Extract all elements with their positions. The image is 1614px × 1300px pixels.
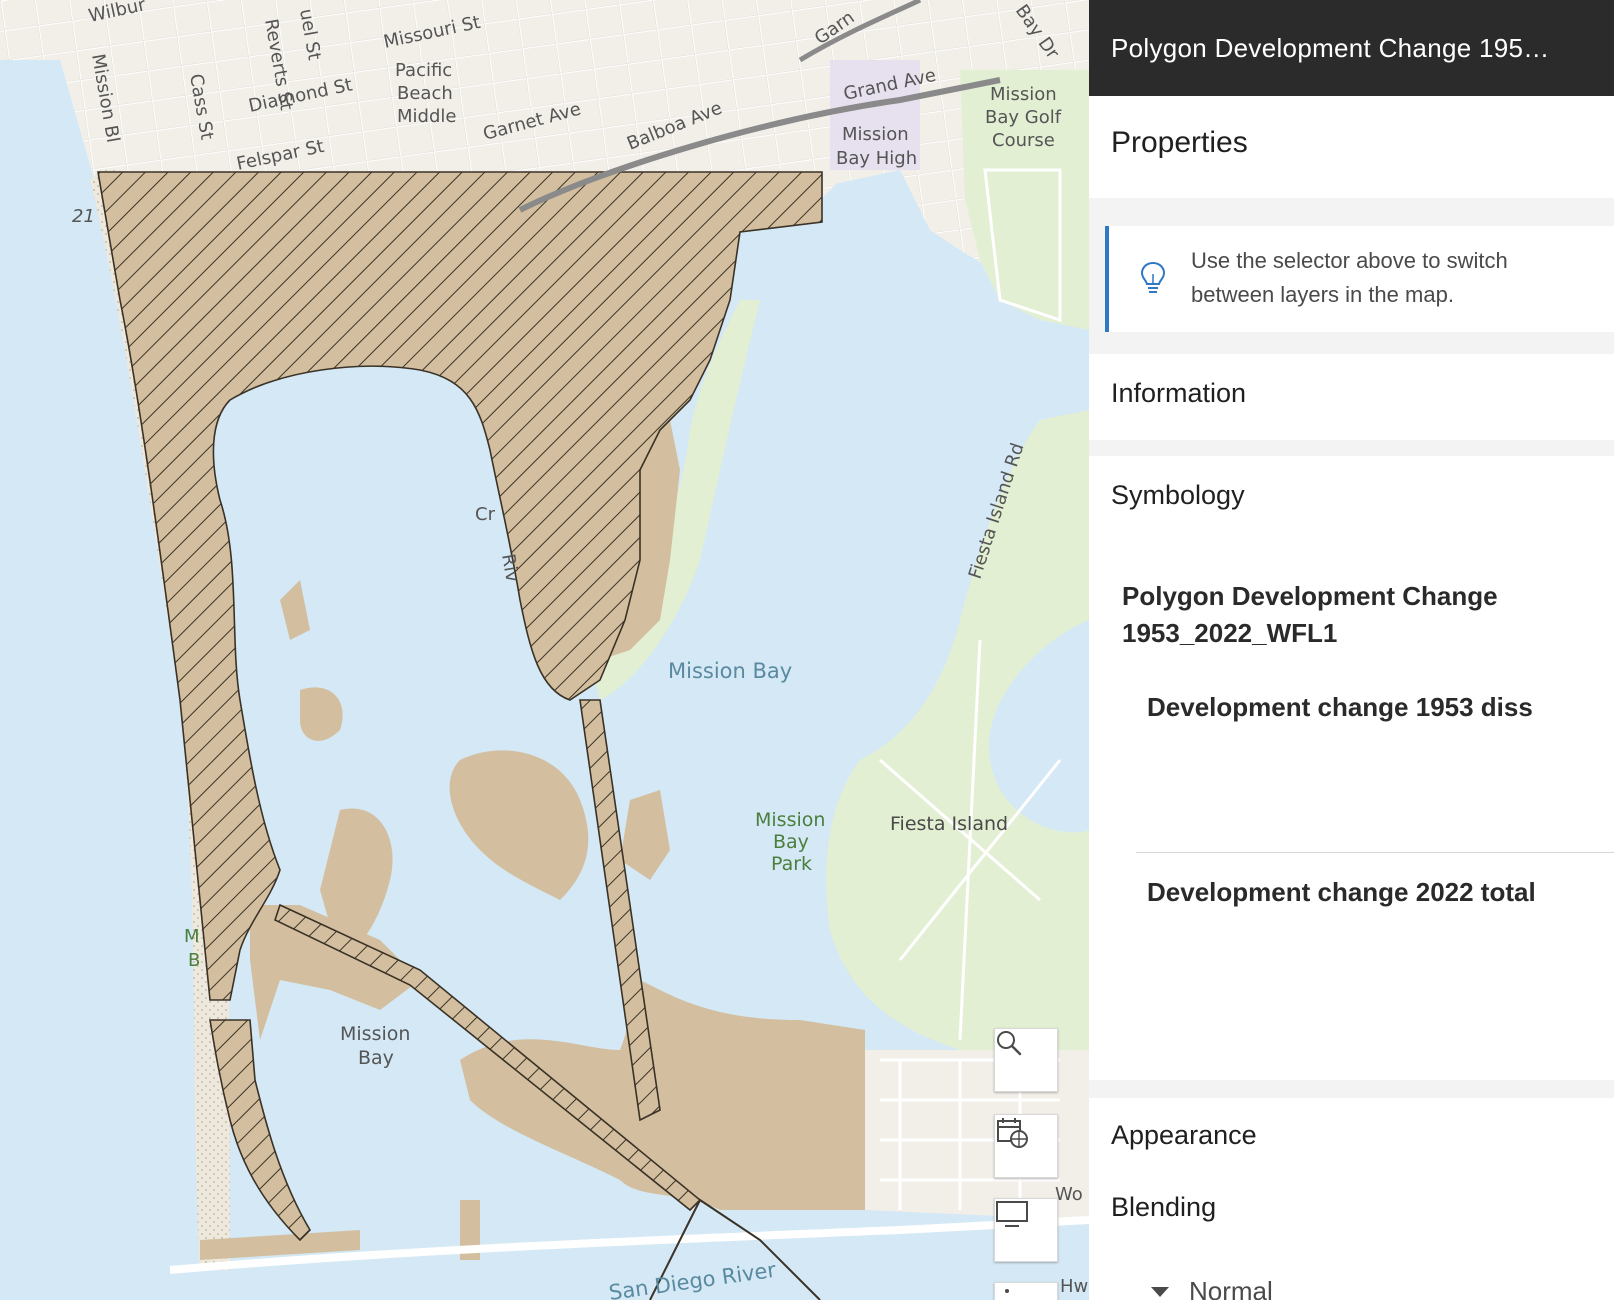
lightbulb-icon xyxy=(1140,261,1166,293)
label-hw: Hw xyxy=(1060,1276,1088,1297)
information-heading: Information xyxy=(1111,378,1247,408)
label-mbh-2: Bay High xyxy=(836,148,917,169)
label-m-left: M xyxy=(184,926,200,947)
label-pbm-1: Pacific xyxy=(395,60,452,81)
label-golf-1: Mission xyxy=(990,84,1057,105)
symbology-section: Symbology xyxy=(1089,456,1614,1080)
information-section[interactable]: Information xyxy=(1089,354,1614,440)
label-pbm-3: Middle xyxy=(397,106,456,127)
label-route: 21 xyxy=(72,206,95,227)
properties-section: Properties xyxy=(1089,96,1614,198)
map-view[interactable]: Wilbur Missouri St Reverts St uel St Pac… xyxy=(0,0,1089,1300)
label-crown-point: Cr xyxy=(475,504,496,525)
label-mbp-3: Park xyxy=(771,853,812,875)
label-mission-bay: Mission Bay xyxy=(668,659,792,683)
label-mb-sw-1: Mission xyxy=(340,1023,410,1045)
legend-item-2022-label: Development change 2022 total xyxy=(1147,877,1536,907)
label-mb-sw-2: Bay xyxy=(358,1047,394,1069)
appearance-heading[interactable]: Appearance xyxy=(1111,1120,1257,1151)
label-mbp-2: Bay xyxy=(773,831,809,853)
screen-icon xyxy=(996,1201,1028,1227)
map-search-button[interactable] xyxy=(994,1028,1058,1092)
label-golf-2: Bay Golf xyxy=(985,107,1062,128)
map-basemap-button[interactable] xyxy=(994,1114,1058,1178)
basemap-calendar-icon xyxy=(997,1118,1028,1148)
map-fullscreen-button[interactable] xyxy=(994,1198,1058,1262)
appearance-section: Appearance Blending Normal xyxy=(1089,1098,1614,1300)
tip-text: Use the selector above to switch between… xyxy=(1191,248,1508,307)
more-icon xyxy=(1005,1289,1009,1293)
map-canvas: Wilbur Missouri St Reverts St uel St Pac… xyxy=(0,0,1089,1300)
panel-title: Polygon Development Change 195… xyxy=(1111,32,1550,63)
symbology-heading[interactable]: Symbology xyxy=(1111,480,1245,511)
label-pbm-2: Beach xyxy=(397,83,453,104)
legend-item-1953-label: Development change 1953 diss xyxy=(1147,692,1533,722)
label-golf-3: Course xyxy=(992,130,1055,151)
chevron-down-icon xyxy=(1151,1286,1169,1297)
label-fiesta-island: Fiesta Island xyxy=(890,813,1008,835)
blending-label: Blending xyxy=(1111,1192,1217,1222)
label-mbp-1: Mission xyxy=(755,809,825,831)
layer-properties-panel: Polygon Development Change 195… Properti… xyxy=(1089,0,1614,1300)
map-more-button[interactable] xyxy=(994,1282,1058,1300)
label-mbh-1: Mission xyxy=(842,124,909,145)
panel-header: Polygon Development Change 195… xyxy=(1089,0,1614,96)
search-icon xyxy=(997,1031,1022,1056)
properties-heading: Properties xyxy=(1111,126,1248,159)
label-wo: Wo xyxy=(1055,1184,1083,1205)
blending-value: Normal xyxy=(1189,1276,1273,1300)
legend-layer-name: Polygon Development Change 1953_2022_WFL… xyxy=(1122,581,1498,648)
layer-tip-notice: Use the selector above to switch between… xyxy=(1105,226,1614,332)
blending-select[interactable]: Normal xyxy=(1149,1276,1273,1300)
label-b-left: B xyxy=(188,950,200,971)
legend-divider xyxy=(1136,852,1614,853)
